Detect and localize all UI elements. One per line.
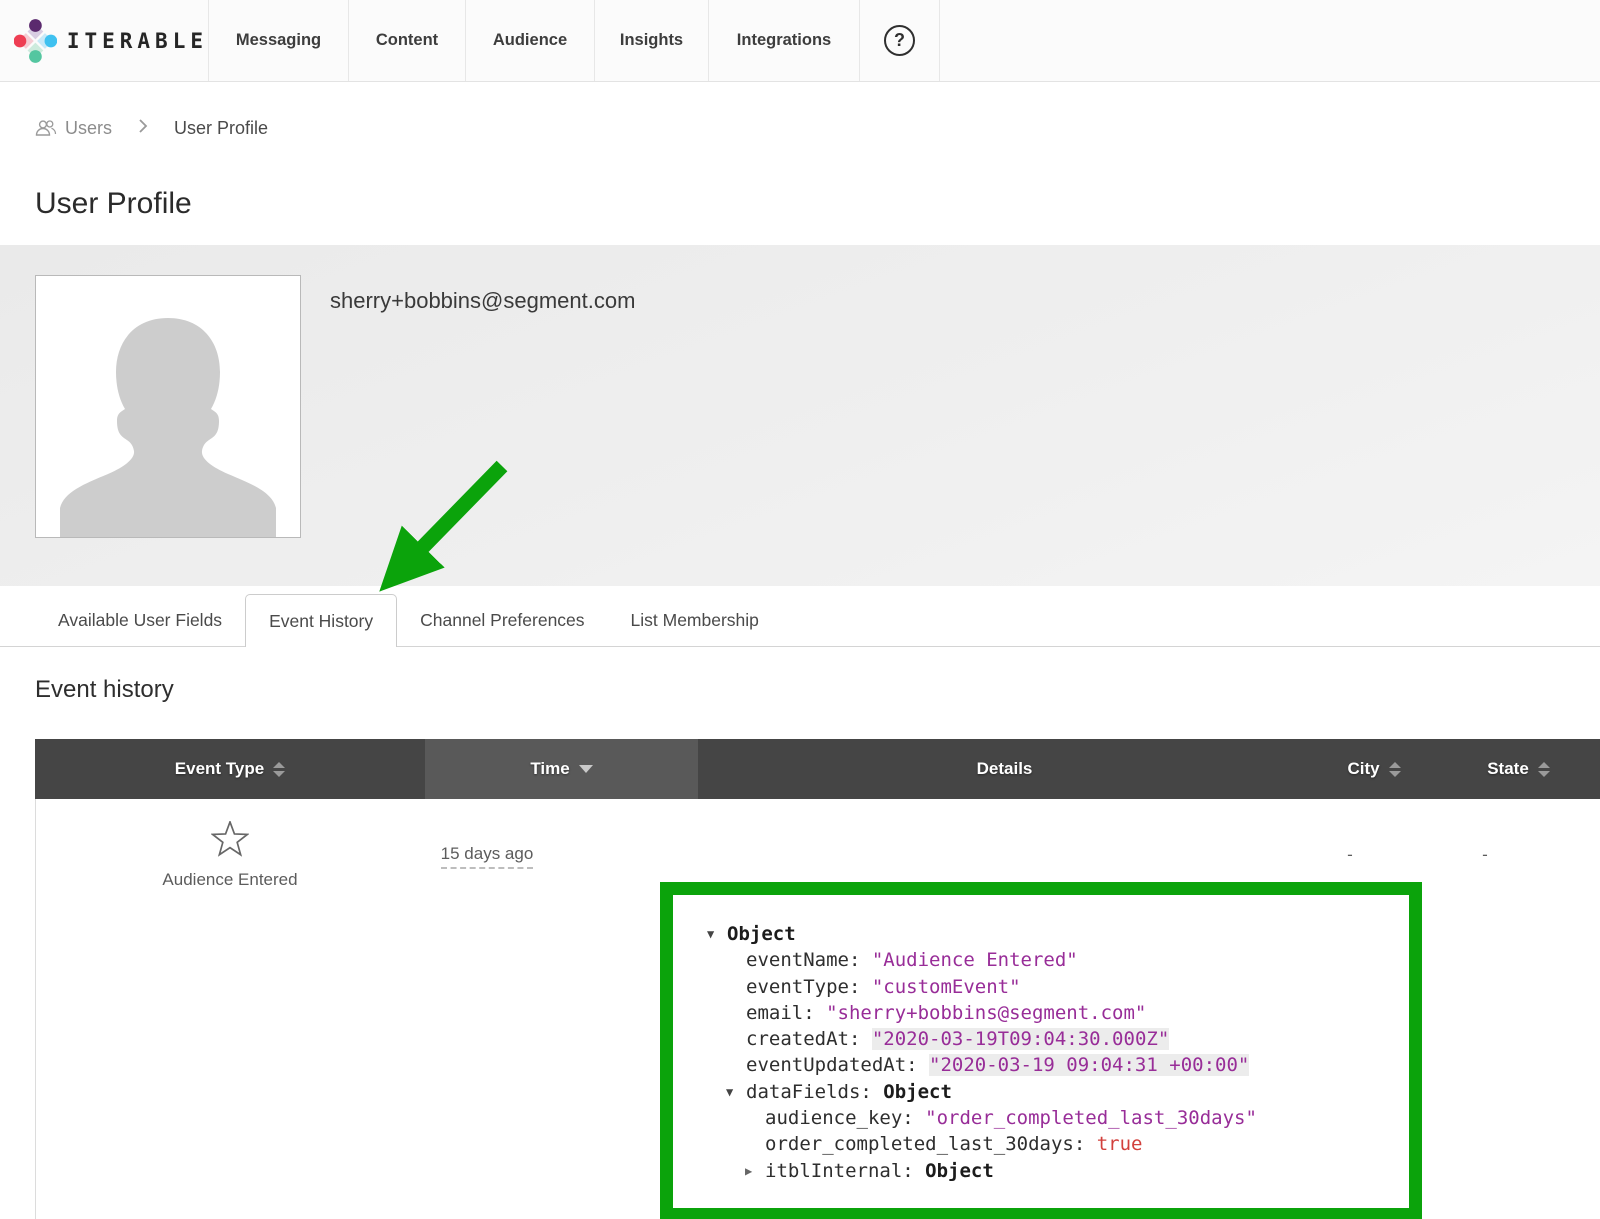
breadcrumb-users-link[interactable]: Users [35,118,112,139]
json-key: dataFields: [746,1081,883,1103]
json-tree: ▼Object eventName: "Audience Entered" ev… [707,921,1409,1184]
json-value: "order_completed_last_30days" [925,1107,1257,1129]
json-value: "2020-03-19T09:04:30.000Z" [872,1028,1169,1050]
json-line: eventName: "Audience Entered" [707,947,1409,973]
json-value: true [1097,1133,1143,1155]
json-value: "Audience Entered" [872,949,1078,971]
sort-icon [273,762,285,777]
top-nav: ITERABLE MessagingContentAudienceInsight… [0,0,1600,82]
json-line: ▼Object [707,921,1409,947]
toggle-spacer [726,947,746,973]
json-key: order_completed_last_30days: [765,1133,1097,1155]
json-object-label: Object [925,1160,994,1182]
state-cell: - [1465,845,1505,865]
json-value: "customEvent" [872,976,1021,998]
column-label: State [1487,759,1529,779]
tab-bar: Available User FieldsEvent HistoryChanne… [0,594,1600,647]
json-line: audience_key: "order_completed_last_30da… [707,1105,1409,1131]
json-key: createdAt: [746,1028,872,1050]
sort-desc-icon [579,765,593,773]
event-type-label: Audience Entered [130,870,330,890]
help-icon: ? [884,25,915,56]
avatar-placeholder-icon [36,276,300,537]
event-table-body: Audience Entered 15 days ago - - ▼Object… [35,799,1600,1219]
event-time[interactable]: 15 days ago [441,844,534,869]
json-key: itblInternal: [765,1160,925,1182]
tab-available-user-fields[interactable]: Available User Fields [35,595,245,646]
breadcrumb: Users User Profile [0,82,1600,144]
json-line: order_completed_last_30days: true [707,1131,1409,1157]
nav-item-insights[interactable]: Insights [594,0,708,81]
toggle-spacer [726,1026,746,1052]
section-heading: Event history [35,675,1600,705]
users-icon [35,119,57,137]
page-title: User Profile [35,186,1600,222]
time-cell: 15 days ago [417,844,557,869]
iterable-brand[interactable]: ITERABLE [0,0,208,81]
column-header-event-type[interactable]: Event Type [35,739,425,799]
toggle-spacer [726,974,746,1000]
column-label: Details [977,759,1033,779]
star-icon[interactable] [211,821,249,857]
user-email: sherry+bobbins@segment.com [330,288,635,314]
profile-header-band: sherry+bobbins@segment.com [0,245,1600,586]
json-line: eventUpdatedAt: "2020-03-19 09:04:31 +00… [707,1052,1409,1078]
breadcrumb-separator-icon [138,118,148,139]
json-line: ▼dataFields: Object [707,1079,1409,1105]
json-key: audience_key: [765,1107,925,1129]
sort-icon [1389,762,1401,777]
json-value: "2020-03-19 09:04:31 +00:00" [929,1054,1249,1076]
help-button[interactable]: ? [859,0,940,81]
tab-event-history[interactable]: Event History [245,594,397,647]
breadcrumb-root-label: Users [65,118,112,139]
iterable-logo-icon [14,14,57,68]
toggle-spacer [726,1052,746,1078]
user-profile-page: ITERABLE MessagingContentAudienceInsight… [0,0,1600,1219]
nav-item-audience[interactable]: Audience [465,0,594,81]
column-label: Event Type [175,759,264,779]
toggle-spacer [745,1105,765,1131]
nav-menu: MessagingContentAudienceInsightsIntegrat… [208,0,859,81]
json-key: eventUpdatedAt: [746,1054,929,1076]
json-line: ▶itblInternal: Object [707,1158,1409,1184]
tab-channel-preferences[interactable]: Channel Preferences [397,595,607,646]
nav-item-integrations[interactable]: Integrations [708,0,859,81]
nav-item-content[interactable]: Content [348,0,465,81]
sort-icon [1538,762,1550,777]
collapse-icon[interactable]: ▼ [707,921,727,947]
column-header-city[interactable]: City [1311,739,1437,799]
event-table-header: Event Type Time Details City State [35,739,1600,799]
toggle-spacer [745,1131,765,1157]
json-line: createdAt: "2020-03-19T09:04:30.000Z" [707,1026,1409,1052]
nav-item-messaging[interactable]: Messaging [208,0,348,81]
json-key: email: [746,1002,826,1024]
json-key: eventType: [746,976,872,998]
json-object-label: Object [727,923,796,945]
expand-icon[interactable]: ▶ [745,1158,765,1184]
event-details-json-viewer: ▼Object eventName: "Audience Entered" ev… [660,882,1422,1219]
avatar [35,275,301,538]
json-line: eventType: "customEvent" [707,974,1409,1000]
event-type-cell: Audience Entered [130,821,330,890]
toggle-spacer [726,1000,746,1026]
json-object-label: Object [883,1081,952,1103]
column-header-state[interactable]: State [1437,739,1600,799]
json-line: email: "sherry+bobbins@segment.com" [707,1000,1409,1026]
column-label: Time [530,759,569,779]
tab-list-membership[interactable]: List Membership [608,595,782,646]
json-key: eventName: [746,949,872,971]
collapse-icon[interactable]: ▼ [726,1079,746,1105]
column-header-details: Details [698,739,1311,799]
column-header-time[interactable]: Time [425,739,698,799]
breadcrumb-current: User Profile [174,118,268,139]
brand-name: ITERABLE [67,29,208,53]
city-cell: - [1330,845,1370,865]
json-value: "sherry+bobbins@segment.com" [826,1002,1146,1024]
column-label: City [1347,759,1379,779]
